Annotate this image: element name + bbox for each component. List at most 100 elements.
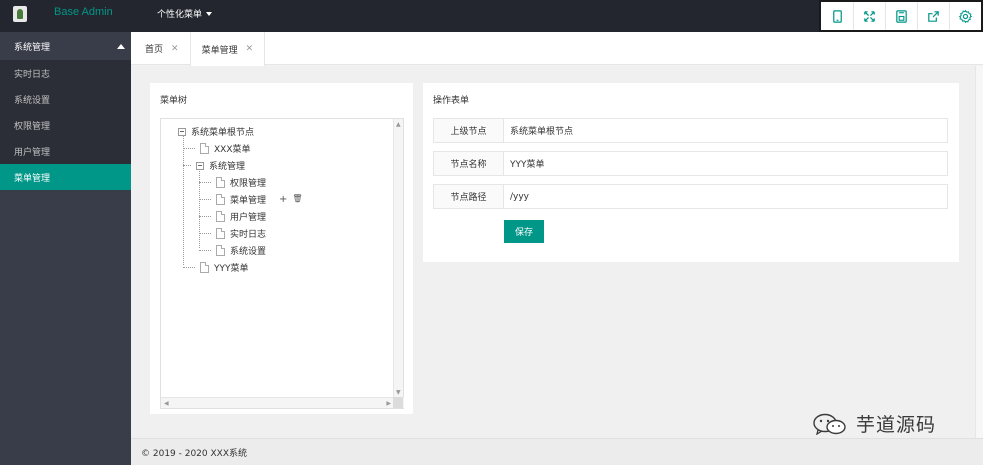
vertical-scrollbar[interactable]: ▲ ▼ <box>393 119 403 398</box>
tablet-button[interactable] <box>821 2 853 30</box>
tree-node-root[interactable]: 系统菜单根节点 <box>178 125 254 138</box>
header-toolbar <box>819 0 983 32</box>
file-icon <box>200 143 209 154</box>
sidebar-item-permissions[interactable]: 权限管理 <box>0 112 131 138</box>
sidebar-item-menus[interactable]: 菜单管理 <box>0 164 131 190</box>
save-button[interactable]: 保存 <box>504 220 544 243</box>
tree-node-label: 系统管理 <box>209 162 246 172</box>
page-scrollbar[interactable] <box>975 66 983 438</box>
tree-node-permissions[interactable]: 权限管理 <box>199 176 266 189</box>
tree-connector <box>199 250 211 251</box>
collapse-icon[interactable] <box>196 161 204 170</box>
tree-node-label: 系统菜单根节点 <box>191 128 255 138</box>
sidebar-item-users[interactable]: 用户管理 <box>0 138 131 164</box>
tab-home[interactable]: 首页 ✕ <box>134 32 190 65</box>
chevron-up-icon <box>117 43 125 49</box>
tree-connector <box>183 267 195 268</box>
tab-bar: 首页 ✕ 菜单管理 ✕ <box>131 32 983 66</box>
app-logo <box>13 6 27 22</box>
scroll-up-icon[interactable]: ▲ <box>396 121 401 128</box>
tree-node-system[interactable]: 系统管理 <box>183 159 245 172</box>
close-icon[interactable]: ✕ <box>246 44 254 54</box>
tree-connector <box>199 216 211 217</box>
sidebar-group-label: 系统管理 <box>14 42 51 53</box>
tree-connector <box>183 165 191 166</box>
export-button[interactable] <box>917 2 949 30</box>
add-icon[interactable]: + <box>279 194 287 205</box>
personalized-menu-dropdown[interactable]: 个性化菜单 <box>157 7 213 20</box>
file-icon <box>216 245 225 256</box>
tab-label: 首页 <box>145 45 164 55</box>
brand-title[interactable]: Base Admin <box>54 6 113 18</box>
personalized-menu-label: 个性化菜单 <box>157 10 203 20</box>
tree-node-users[interactable]: 用户管理 <box>199 210 266 223</box>
tree-node-label: 用户管理 <box>230 213 267 223</box>
node-name-label: 节点名称 <box>434 152 504 175</box>
page-footer: © 2019 - 2020 XXX系统 <box>131 438 983 465</box>
settings-button[interactable] <box>949 2 981 30</box>
node-path-field[interactable] <box>504 185 947 208</box>
export-icon <box>928 10 939 22</box>
copyright-text: © 2019 - 2020 XXX系统 <box>141 448 247 459</box>
tab-menu-management[interactable]: 菜单管理 ✕ <box>189 32 266 66</box>
scroll-corner <box>393 397 403 408</box>
sidebar: 系统管理 实时日志 系统设置 权限管理 用户管理 菜单管理 <box>0 32 131 465</box>
sidebar-item-realtime-log[interactable]: 实时日志 <box>0 60 131 86</box>
file-icon <box>216 177 225 188</box>
node-name-field[interactable] <box>504 152 947 175</box>
save-layout-button[interactable] <box>885 2 917 30</box>
file-icon <box>216 194 225 205</box>
tree-node-label: 权限管理 <box>230 179 267 189</box>
top-header: Base Admin 个性化菜单 <box>0 0 983 32</box>
menu-tree-card: 菜单树 系统菜单根节点 XXX菜单 系统管理 权限管理 菜单管理 + 🗑 用户管… <box>150 83 413 414</box>
tree-node-label: YYY菜单 <box>214 264 249 274</box>
horizontal-scrollbar[interactable]: ◀ ▶ <box>161 397 404 408</box>
node-actions: + 🗑 <box>279 194 303 205</box>
node-path-row: 节点路径 <box>433 184 948 209</box>
main-content: 菜单树 系统菜单根节点 XXX菜单 系统管理 权限管理 菜单管理 + 🗑 用户管… <box>131 66 975 438</box>
watermark-text: 芋道源码 <box>856 414 937 436</box>
scroll-left-icon[interactable]: ◀ <box>164 400 169 407</box>
tablet-icon <box>832 9 842 23</box>
tree-node-label: 系统设置 <box>230 247 267 257</box>
operation-form-title: 操作表单 <box>433 96 470 106</box>
tree-node-realtime-log[interactable]: 实时日志 <box>199 227 266 240</box>
delete-icon[interactable]: 🗑 <box>292 194 302 205</box>
operation-form-card: 操作表单 上级节点 节点名称 节点路径 保存 <box>423 83 959 262</box>
tree-node-label: XXX菜单 <box>214 145 251 155</box>
tree-connector <box>199 233 211 234</box>
node-name-row: 节点名称 <box>433 151 948 176</box>
watermark: 芋道源码 <box>812 410 936 437</box>
menu-tree-title: 菜单树 <box>160 96 188 106</box>
fullscreen-button[interactable] <box>853 2 885 30</box>
file-icon <box>216 228 225 239</box>
chevron-down-icon <box>206 12 213 16</box>
tree-node-label: 菜单管理 <box>230 196 267 206</box>
parent-node-label: 上级节点 <box>434 119 504 142</box>
sidebar-item-system-settings[interactable]: 系统设置 <box>0 86 131 112</box>
tree-connector <box>199 182 211 183</box>
save-icon <box>896 9 907 23</box>
parent-node-field[interactable] <box>504 119 947 142</box>
tree-node-label: 实时日志 <box>230 230 267 240</box>
sidebar-submenu: 实时日志 系统设置 权限管理 用户管理 菜单管理 <box>0 60 131 190</box>
scroll-right-icon[interactable]: ▶ <box>386 400 391 407</box>
tree-node-system-settings[interactable]: 系统设置 <box>199 244 266 257</box>
close-icon[interactable]: ✕ <box>171 44 179 54</box>
tree-node-menus[interactable]: 菜单管理 + 🗑 <box>199 193 303 206</box>
file-icon <box>200 262 209 273</box>
sidebar-group-system[interactable]: 系统管理 <box>0 32 131 60</box>
fullscreen-icon <box>864 10 875 22</box>
tree-node-xxx[interactable]: XXX菜单 <box>183 142 251 155</box>
wechat-icon <box>813 413 846 435</box>
tree-connector <box>183 148 195 149</box>
node-path-label: 节点路径 <box>434 185 504 208</box>
gear-icon <box>958 9 973 23</box>
collapse-icon[interactable] <box>178 127 186 136</box>
file-icon <box>216 211 225 222</box>
menu-tree: 系统菜单根节点 XXX菜单 系统管理 权限管理 菜单管理 + 🗑 用户管理 实时… <box>160 118 404 409</box>
parent-node-row: 上级节点 <box>433 118 948 143</box>
tree-connector <box>199 199 211 200</box>
scroll-down-icon[interactable]: ▼ <box>396 389 401 396</box>
tree-node-yyy[interactable]: YYY菜单 <box>183 261 249 274</box>
